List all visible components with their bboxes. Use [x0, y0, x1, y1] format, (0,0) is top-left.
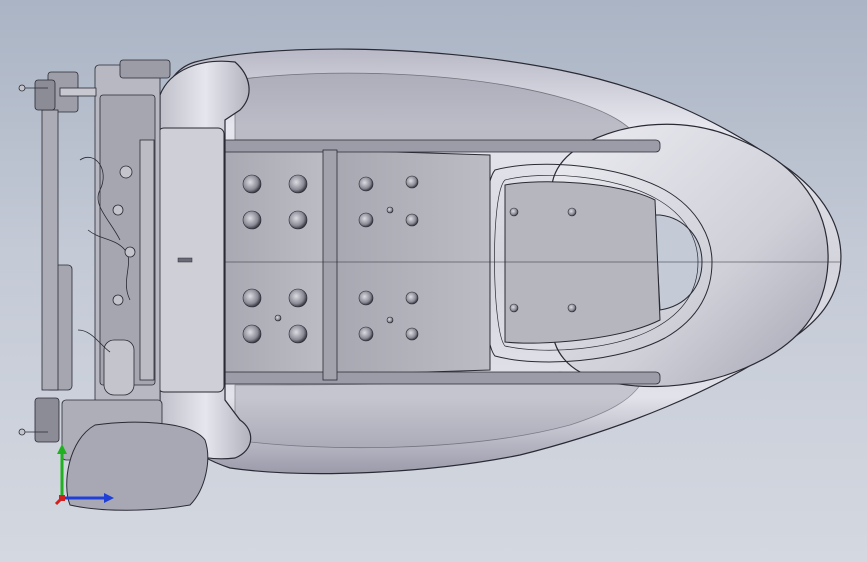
back-panel-right[interactable]: [504, 181, 661, 344]
panel-bottom-rail: [219, 371, 661, 385]
axis-triad: [54, 444, 114, 506]
cad-3d-viewport[interactable]: [0, 0, 867, 562]
panel-divider-rail: [322, 149, 338, 381]
axis-x-arrow-icon: [104, 493, 114, 503]
axis-y-arrow-icon: [57, 444, 67, 454]
bolster-slot: [177, 257, 193, 263]
panel-top-rail: [219, 139, 661, 153]
back-panel-left[interactable]: [219, 149, 326, 381]
seat-3d-model[interactable]: [0, 0, 867, 562]
axis-origin-icon: [59, 495, 65, 501]
recliner-mechanism[interactable]: [18, 59, 171, 461]
